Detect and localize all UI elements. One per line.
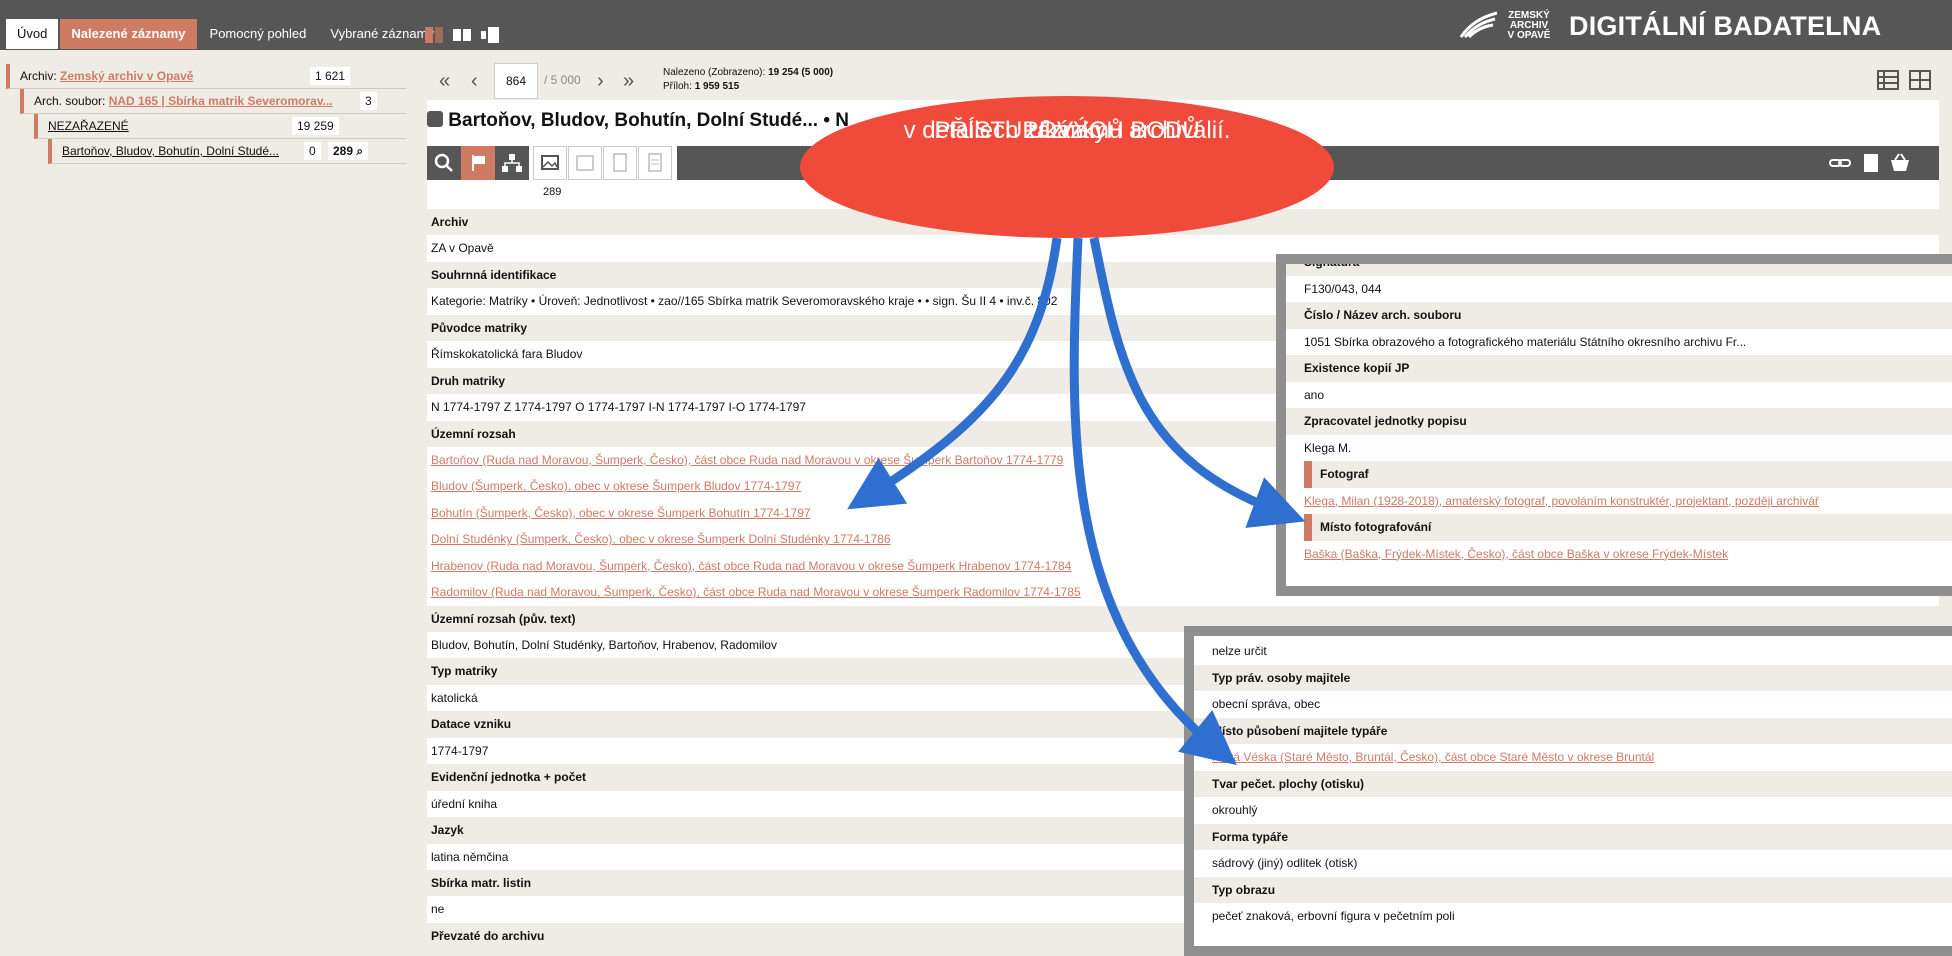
- arrow-to-photographer: [1089, 237, 1306, 528]
- arrow-to-seal-place: [1069, 237, 1237, 766]
- callout-line-3: v detailech záznamů archiválií.: [903, 117, 1231, 144]
- arrow-to-territory: [847, 237, 1062, 510]
- callout-bubble: Ukázky PŘÍSTUPOVÝCH BODŮ v detailech záz…: [800, 96, 1334, 238]
